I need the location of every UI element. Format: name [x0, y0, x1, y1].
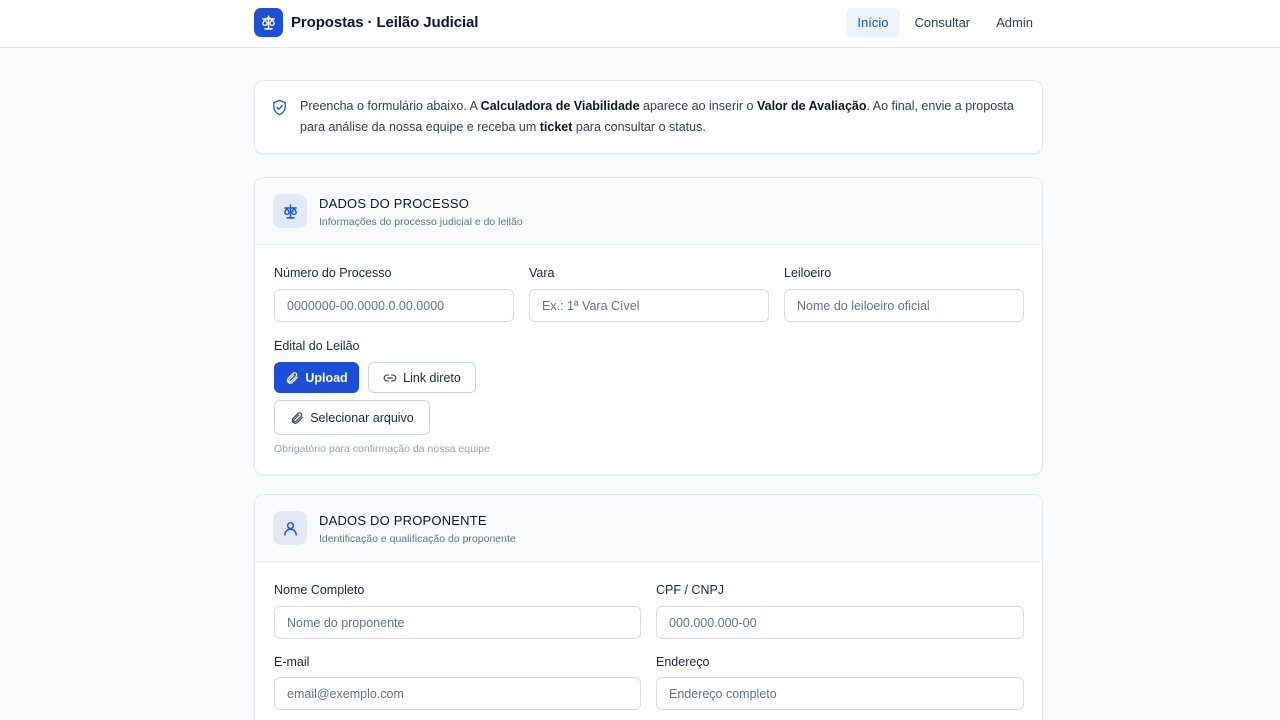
upload-tab-button[interactable]: Upload: [274, 362, 359, 393]
edital-hint: Obrigatório para confirmação da nossa eq…: [274, 443, 490, 455]
select-file-button[interactable]: Selecionar arquivo: [274, 400, 430, 435]
paperclip-icon: [290, 411, 304, 425]
leiloeiro-label: Leiloeiro: [784, 266, 832, 280]
section-title: DADOS DO PROCESSO: [319, 196, 470, 211]
shield-check-icon: [271, 99, 288, 121]
app-title: Propostas · Leilão Judicial: [291, 14, 479, 31]
paperclip-icon: [285, 371, 299, 385]
endereco-label: Endereço: [656, 655, 710, 669]
nav-consultar[interactable]: Consultar: [904, 8, 982, 37]
section-proponente: DADOS DO PROPONENTE Identificação e qual…: [254, 494, 1043, 720]
endereco-input[interactable]: [656, 677, 1024, 710]
main-nav: Início Consultar Admin: [842, 8, 1044, 37]
info-banner: Preencha o formulário abaixo. A Calculad…: [254, 80, 1043, 154]
section-subtitle: Informações do processo judicial e do le…: [319, 216, 523, 228]
nav-inicio[interactable]: Início: [846, 8, 900, 37]
section-title: DADOS DO PROPONENTE: [319, 513, 487, 528]
section-header: DADOS DO PROCESSO Informações do process…: [255, 178, 1042, 245]
vara-input[interactable]: [529, 289, 769, 322]
leiloeiro-input[interactable]: [784, 289, 1024, 322]
numero-processo-input[interactable]: [274, 289, 514, 322]
link-direto-tab-button[interactable]: Link direto: [368, 362, 476, 393]
numero-processo-label: Número do Processo: [274, 266, 392, 280]
nome-label: Nome Completo: [274, 583, 365, 597]
section-processo: DADOS DO PROCESSO Informações do process…: [254, 177, 1043, 475]
cpf-cnpj-input[interactable]: [656, 606, 1024, 639]
email-input[interactable]: [274, 677, 641, 710]
nav-admin[interactable]: Admin: [985, 8, 1044, 37]
info-text: Preencha o formulário abaixo. A Calculad…: [300, 99, 1014, 134]
section-subtitle: Identificação e qualificação do proponen…: [319, 533, 516, 545]
brand[interactable]: Propostas · Leilão Judicial: [254, 8, 478, 37]
edital-label: Edital do Leilão: [274, 339, 360, 353]
user-icon: [273, 511, 307, 545]
section-header: DADOS DO PROPONENTE Identificação e qual…: [255, 495, 1042, 562]
top-navbar: Propostas · Leilão Judicial Início Consu…: [0, 0, 1280, 48]
email-label: E-mail: [274, 655, 310, 669]
scale-icon: [273, 194, 307, 228]
nome-input[interactable]: [274, 606, 641, 639]
link-icon: [383, 371, 397, 385]
scale-icon: [254, 8, 283, 37]
vara-label: Vara: [529, 266, 555, 280]
cpf-cnpj-label: CPF / CNPJ: [656, 583, 725, 597]
